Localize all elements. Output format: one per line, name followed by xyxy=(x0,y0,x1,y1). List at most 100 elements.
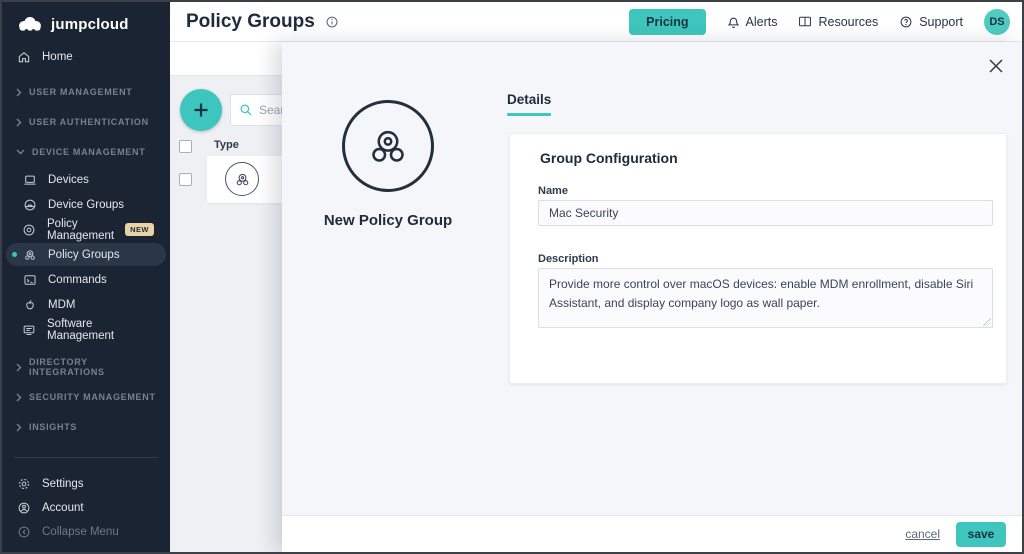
description-field[interactable]: Provide more control over macOS devices:… xyxy=(538,268,993,328)
brand-name: jumpcloud xyxy=(51,15,129,33)
pricing-button[interactable]: Pricing xyxy=(629,8,706,35)
group-configuration-card: Group Configuration Name Description Pro… xyxy=(509,133,1007,384)
sidebar-item-account[interactable]: Account xyxy=(2,496,170,520)
gear-icon xyxy=(16,477,31,491)
sidebar-section-insights[interactable]: INSIGHTS xyxy=(2,412,170,442)
new-badge: NEW xyxy=(125,223,154,236)
select-all-checkbox[interactable] xyxy=(179,140,192,153)
sidebar-section-directory-integrations[interactable]: DIRECTORY INTEGRATIONS xyxy=(2,352,170,382)
chevron-right-icon xyxy=(16,423,22,432)
sidebar-item-label: Collapse Menu xyxy=(42,526,119,538)
sidebar-section-device-management[interactable]: DEVICE MANAGEMENT xyxy=(2,137,170,167)
section-label: SECURITY MANAGEMENT xyxy=(29,392,156,402)
sidebar-item-devices[interactable]: Devices xyxy=(6,168,166,191)
policy-group-icon xyxy=(22,248,37,262)
sidebar-item-label: Home xyxy=(42,51,73,63)
card-title: Group Configuration xyxy=(540,150,678,166)
device-group-icon xyxy=(22,198,37,212)
app-window: jumpcloud Home USER MANAGEMENT USER AUTH… xyxy=(0,0,1024,554)
sidebar-item-label: Software Management xyxy=(47,317,115,342)
save-button[interactable]: save xyxy=(956,521,1006,547)
panel-footer: cancel save xyxy=(282,515,1022,552)
tab-details[interactable]: Details xyxy=(507,92,551,116)
chevron-right-icon xyxy=(16,363,22,372)
sidebar-footer: Settings Account Collapse Menu xyxy=(2,457,170,552)
section-label: USER MANAGEMENT xyxy=(29,87,133,97)
sidebar-item-label: Policy Groups xyxy=(48,248,120,261)
sidebar-item-label: MDM xyxy=(48,298,76,311)
policy-group-hero-icon xyxy=(342,100,434,192)
resources-label: Resources xyxy=(818,14,879,29)
brand-logo[interactable]: jumpcloud xyxy=(2,2,170,45)
chevron-right-icon xyxy=(16,393,22,402)
description-field-label: Description xyxy=(538,253,599,265)
account-icon xyxy=(16,501,31,515)
terminal-icon xyxy=(22,273,37,287)
sidebar-item-device-groups[interactable]: Device Groups xyxy=(6,193,166,216)
book-icon xyxy=(798,15,812,28)
add-policy-group-button[interactable] xyxy=(180,89,222,131)
cloud-logo-icon xyxy=(16,15,44,33)
close-icon[interactable] xyxy=(986,56,1006,76)
laptop-icon xyxy=(22,173,37,187)
new-policy-group-panel: New Policy Group Details Group Configura… xyxy=(282,42,1022,552)
page-title: Policy Groups xyxy=(186,10,315,32)
sidebar-item-label: Commands xyxy=(48,273,107,286)
question-circle-icon xyxy=(899,15,913,29)
section-label: USER AUTHENTICATION xyxy=(29,117,149,127)
sidebar-item-home[interactable]: Home xyxy=(2,45,170,69)
cancel-button[interactable]: cancel xyxy=(905,527,940,541)
bell-icon xyxy=(727,15,740,29)
info-icon[interactable] xyxy=(325,15,339,29)
plus-icon xyxy=(192,101,210,119)
collapse-arrow-icon xyxy=(16,525,31,539)
home-icon xyxy=(16,50,31,64)
sidebar-item-collapse-menu[interactable]: Collapse Menu xyxy=(2,520,170,544)
section-label: DIRECTORY INTEGRATIONS xyxy=(29,357,105,377)
support-link[interactable]: Support xyxy=(899,15,963,29)
sidebar-item-label: Account xyxy=(42,502,84,514)
name-field-label: Name xyxy=(538,185,568,197)
policy-management-icon xyxy=(22,223,36,237)
section-label: DEVICE MANAGEMENT xyxy=(32,147,146,157)
chevron-right-icon xyxy=(16,88,22,97)
panel-hero: New Policy Group xyxy=(304,100,472,229)
tab-active-underline xyxy=(507,113,551,116)
top-bar-actions: Pricing Alerts Resources Support DS xyxy=(629,8,1010,35)
sidebar-item-label: Settings xyxy=(42,478,84,490)
policy-group-type-icon xyxy=(225,162,259,196)
sidebar-section-user-management[interactable]: USER MANAGEMENT xyxy=(2,77,170,107)
search-icon xyxy=(239,103,253,117)
chevron-down-icon xyxy=(16,149,25,155)
sidebar-item-policy-management[interactable]: Policy Management NEW xyxy=(6,217,166,242)
description-field-wrap: Provide more control over macOS devices:… xyxy=(538,268,993,328)
divider xyxy=(14,457,158,458)
sidebar-item-software-management[interactable]: Software Management xyxy=(6,317,166,342)
type-column-header: Type xyxy=(214,139,239,151)
name-field[interactable] xyxy=(538,200,993,226)
alerts-label: Alerts xyxy=(745,14,778,29)
resources-link[interactable]: Resources xyxy=(798,15,878,29)
row-checkbox[interactable] xyxy=(179,173,192,186)
sidebar: jumpcloud Home USER MANAGEMENT USER AUTH… xyxy=(2,2,170,552)
user-avatar[interactable]: DS xyxy=(984,8,1010,35)
sidebar-item-label: Policy Management xyxy=(47,217,115,242)
sidebar-item-commands[interactable]: Commands xyxy=(6,268,166,291)
alerts-link[interactable]: Alerts xyxy=(727,14,778,29)
section-label: INSIGHTS xyxy=(29,422,78,432)
sidebar-section-user-authentication[interactable]: USER AUTHENTICATION xyxy=(2,107,170,137)
sidebar-item-mdm[interactable]: MDM xyxy=(6,293,166,316)
panel-title: New Policy Group xyxy=(323,212,453,229)
active-indicator-dot xyxy=(12,252,17,257)
tab-label: Details xyxy=(507,92,552,107)
software-icon xyxy=(22,323,36,337)
sidebar-item-policy-groups[interactable]: Policy Groups xyxy=(6,243,166,266)
sidebar-item-label: Device Groups xyxy=(48,198,125,211)
sidebar-item-label: Devices xyxy=(48,173,89,186)
apple-icon xyxy=(22,298,37,312)
sidebar-section-security-management[interactable]: SECURITY MANAGEMENT xyxy=(2,382,170,412)
sidebar-item-settings[interactable]: Settings xyxy=(2,472,170,496)
top-bar: Policy Groups Pricing Alerts Resources S… xyxy=(170,2,1022,42)
chevron-right-icon xyxy=(16,118,22,127)
support-label: Support xyxy=(919,14,963,29)
